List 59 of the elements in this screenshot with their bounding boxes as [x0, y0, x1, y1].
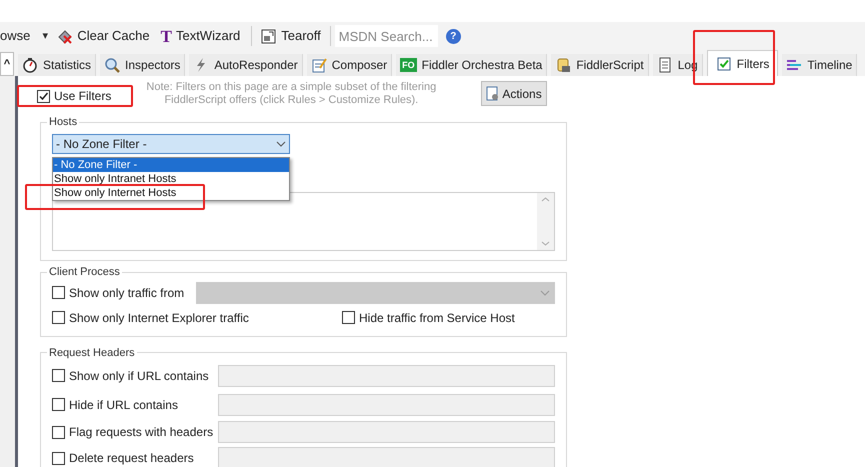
stopwatch-icon [22, 57, 38, 73]
header-filter-checkbox[interactable]: Hide if URL contains [52, 396, 218, 414]
tab[interactable]: Statistics [18, 54, 96, 76]
zone-select[interactable]: - No Zone Filter - [52, 134, 290, 154]
checkbox[interactable] [52, 286, 65, 299]
text-field[interactable] [218, 421, 555, 443]
toolbar-label[interactable]: owse [0, 26, 30, 46]
eraser-icon [56, 28, 74, 44]
page-icon [656, 57, 673, 73]
text-field[interactable] [218, 447, 555, 467]
checkbox-icon [716, 56, 732, 72]
chevron-down-icon [276, 140, 286, 146]
chevron-down-icon [540, 290, 550, 296]
header-filter-checkbox[interactable]: Show only if URL contains [52, 366, 218, 384]
checkbox[interactable] [342, 311, 355, 324]
tab[interactable]: FiddlerScript [551, 54, 649, 76]
note-text: Note: Filters on this page are a simple subset of the filtering FiddlerScript offers (click Rules > Customize Rules). [145, 81, 438, 107]
help-icon[interactable]: ? [446, 28, 461, 44]
checkbox[interactable] [52, 452, 65, 464]
chevron-down-icon [541, 240, 550, 246]
text-field[interactable] [218, 364, 555, 386]
magnifier-icon [104, 57, 120, 73]
traffic-from-checkbox[interactable]: Show only traffic from [52, 284, 196, 302]
chevron-up-icon [541, 196, 550, 202]
dropdown-option[interactable]: Show only Intranet Hosts [53, 172, 289, 186]
dropdown-option[interactable]: - No Zone Filter - [53, 158, 289, 172]
tab[interactable]: FO Fiddler Orchestra Beta [396, 54, 548, 76]
checkbox[interactable] [52, 398, 65, 411]
group-title: Client Process [48, 265, 121, 280]
option-checkbox[interactable]: Show only Internet Explorer traffic [52, 308, 342, 326]
scroll-icon [555, 57, 572, 73]
checkbox[interactable] [52, 369, 65, 382]
checkbox[interactable] [52, 311, 65, 324]
tab[interactable]: Filters [706, 50, 778, 76]
toolbar-button[interactable]: Clear Cache [53, 25, 153, 47]
toolbar-button[interactable]: T TextWizard [158, 25, 244, 47]
caret-icon[interactable]: ▾ [42, 28, 48, 44]
tab[interactable]: Composer [306, 54, 392, 76]
timeline-icon [786, 57, 802, 73]
header-filter-checkbox[interactable]: Flag requests with headers [52, 423, 218, 441]
use-filters-checkbox[interactable]: Use Filters [37, 87, 112, 105]
toolbar-button[interactable]: Tearoff [257, 25, 324, 47]
checkbox[interactable] [37, 90, 50, 102]
search-field[interactable]: MSDN Search... [334, 25, 438, 47]
option-checkbox[interactable]: Hide traffic from Service Host [342, 308, 515, 326]
actions-button[interactable]: Actions [481, 81, 547, 106]
tab[interactable]: AutoResponder [189, 54, 303, 76]
document-gear-icon [486, 86, 500, 102]
notepad-icon [310, 57, 327, 73]
tab[interactable]: Timeline [782, 54, 858, 76]
text-field[interactable] [218, 394, 555, 416]
checkbox[interactable] [52, 426, 65, 438]
group-title: Request Headers [48, 346, 136, 360]
tab[interactable]: Inspectors [100, 54, 186, 76]
collapse-button[interactable]: ^ [0, 52, 14, 76]
scrollbar[interactable] [537, 192, 554, 250]
group-title: Hosts [48, 115, 78, 130]
window-icon [260, 28, 278, 44]
header-filter-checkbox[interactable]: Delete request headers [52, 449, 218, 467]
